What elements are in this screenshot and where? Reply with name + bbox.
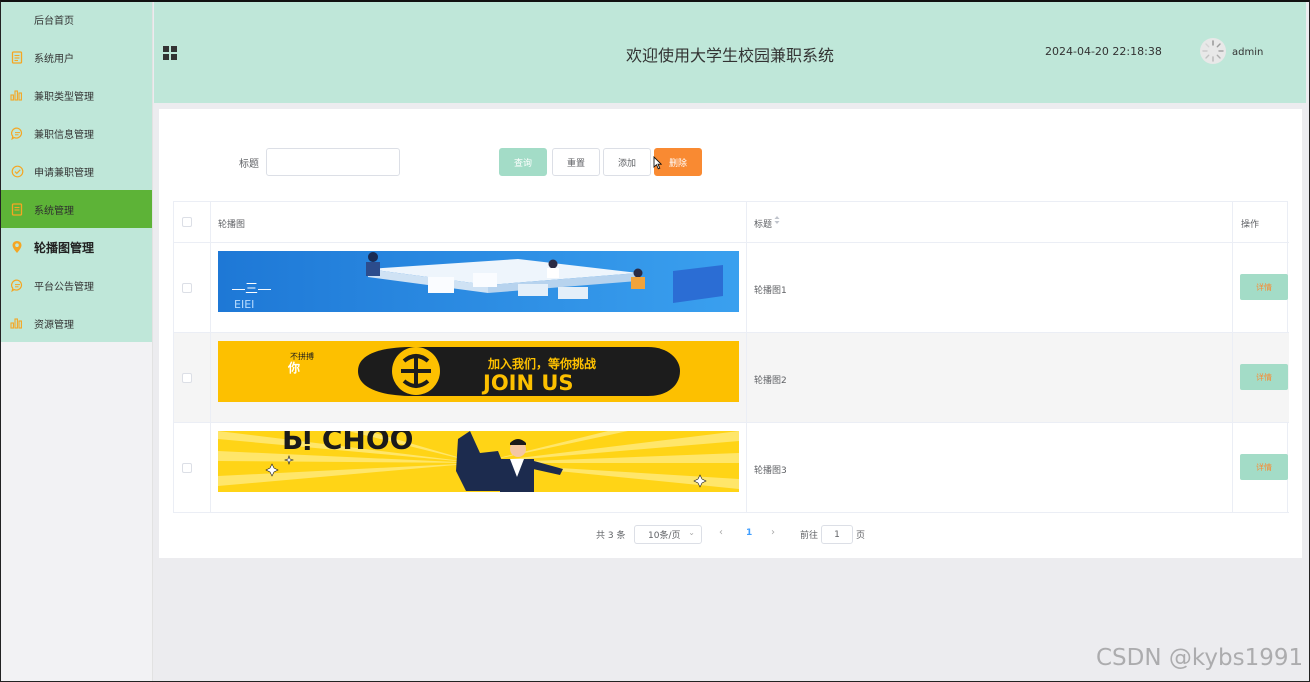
- chevron-down-icon: ⌄: [688, 528, 695, 537]
- avatar[interactable]: [1200, 38, 1226, 64]
- detail-button[interactable]: 详情: [1240, 274, 1288, 300]
- select-all-checkbox[interactable]: [182, 217, 192, 227]
- document-icon: [10, 202, 24, 216]
- sidebar-item-label: 后台首页: [34, 15, 74, 27]
- table-row: ―三― EIEI 轮播图1 详情: [174, 243, 1289, 333]
- datetime-display: 2024-04-20 22:18:38: [1045, 45, 1162, 58]
- check-circle-icon: [10, 164, 24, 178]
- svg-text:加入我们，等你挑战: 加入我们，等你挑战: [487, 356, 596, 371]
- table-header-row: 轮播图 标题 操作: [174, 202, 1289, 243]
- carousel-image-2: 不拼搏 你 加入我们，等你挑战 JOIN US: [218, 341, 739, 402]
- content-card: 标题 查询 重置 添加 删除 轮播图 标题 操作 ―三― EIEI 轮播图1 详…: [159, 109, 1302, 558]
- sort-caret-icon[interactable]: [774, 215, 780, 228]
- chat-bubble-icon: [10, 278, 24, 292]
- query-button[interactable]: 查询: [499, 148, 547, 176]
- row-title: 轮播图2: [754, 376, 787, 386]
- prev-page-icon[interactable]: ‹: [719, 527, 723, 538]
- username[interactable]: admin: [1232, 47, 1263, 58]
- sidebar-item-label: 资源管理: [34, 319, 74, 331]
- sidebar-item-label: 轮播图管理: [34, 240, 95, 255]
- carousel-image-1: ―三― EIEI: [218, 251, 739, 312]
- page-suffix-label: 页: [856, 531, 866, 541]
- pagination-total: 共 3 条: [596, 531, 626, 541]
- sidebar-item-job-types[interactable]: 兼职类型管理: [0, 76, 152, 114]
- table-row: Pi CHOO 轮播图3 详情: [174, 423, 1289, 513]
- sidebar-item-home[interactable]: 后台首页: [0, 0, 152, 38]
- sidebar-item-label: 兼职信息管理: [34, 129, 94, 141]
- reset-button[interactable]: 重置: [552, 148, 600, 176]
- pagination: 共 3 条 10条/页 ⌄ ‹ 1 › 前往 1 页: [159, 525, 1302, 545]
- search-title-label: 标题: [239, 159, 259, 170]
- row-title: 轮播图3: [754, 466, 787, 476]
- column-header-actions: 操作: [1241, 220, 1260, 230]
- sidebar-item-label: 兼职类型管理: [34, 91, 94, 103]
- add-button[interactable]: 添加: [603, 148, 651, 176]
- sidebar-item-label: 系统用户: [34, 53, 74, 65]
- row-checkbox[interactable]: [182, 283, 192, 293]
- bar-chart-icon: [10, 316, 24, 330]
- sidebar-item-label: 申请兼职管理: [34, 167, 94, 179]
- top-header: 欢迎使用大学生校园兼职系统 2024-04-20 22:18:38 admin: [154, 0, 1306, 103]
- column-header-title[interactable]: 标题: [754, 217, 772, 230]
- chat-bubble-icon: [10, 126, 24, 140]
- next-page-icon[interactable]: ›: [771, 527, 775, 538]
- svg-text:JOIN US: JOIN US: [481, 371, 574, 395]
- bar-chart-icon: [10, 88, 24, 102]
- page-size-select[interactable]: 10条/页 ⌄: [634, 525, 702, 544]
- column-divider: [1232, 202, 1233, 513]
- sidebar-item-job-info[interactable]: 兼职信息管理: [0, 114, 152, 152]
- carousel-table: 轮播图 标题 操作 ―三― EIEI 轮播图1 详情 不拼搏 你 加入我们，等你…: [173, 201, 1289, 513]
- sidebar-item-announcements[interactable]: 平台公告管理: [0, 266, 152, 304]
- sidebar-item-job-applications[interactable]: 申请兼职管理: [0, 152, 152, 190]
- row-checkbox[interactable]: [182, 463, 192, 473]
- sidebar-item-carousel-management[interactable]: 轮播图管理: [0, 228, 152, 266]
- search-title-input[interactable]: [266, 148, 400, 176]
- sidebar-menu: 后台首页 系统用户 兼职类型管理 兼职信息管理 申请兼职管理 系统管理 轮播图管…: [0, 0, 152, 342]
- svg-text:你: 你: [287, 360, 300, 375]
- column-divider: [210, 202, 211, 513]
- column-header-image: 轮播图: [218, 220, 246, 230]
- sidebar-item-system-management[interactable]: 系统管理: [0, 190, 152, 228]
- sidebar-item-label: 平台公告管理: [34, 281, 94, 293]
- sidebar-item-label: 系统管理: [34, 205, 74, 217]
- goto-page-input[interactable]: 1: [821, 525, 853, 544]
- column-divider: [746, 202, 747, 513]
- goto-label: 前往: [800, 531, 819, 541]
- svg-text:不拼搏: 不拼搏: [290, 351, 314, 361]
- sidebar-item-resources[interactable]: 资源管理: [0, 304, 152, 342]
- watermark: CSDN @kybs1991: [1096, 645, 1304, 671]
- detail-button[interactable]: 详情: [1240, 364, 1288, 390]
- page-number-current[interactable]: 1: [746, 528, 752, 538]
- page-size-value: 10条/页: [648, 531, 681, 541]
- mouse-cursor-icon: [653, 155, 663, 174]
- sidebar-item-system-users[interactable]: 系统用户: [0, 38, 152, 76]
- detail-button[interactable]: 详情: [1240, 454, 1288, 480]
- svg-text:EIEI: EIEI: [234, 298, 254, 311]
- row-title: 轮播图1: [754, 286, 787, 296]
- row-checkbox[interactable]: [182, 373, 192, 383]
- table-row: 不拼搏 你 加入我们，等你挑战 JOIN US 轮播图2 详情: [174, 333, 1289, 423]
- location-pin-icon: [10, 240, 24, 254]
- svg-text:―三―: ―三―: [232, 282, 271, 297]
- carousel-image-3: Pi CHOO: [218, 431, 739, 492]
- svg-text:Pi CHOO: Pi CHOO: [282, 431, 413, 455]
- document-icon: [10, 50, 24, 64]
- sidebar: 后台首页 系统用户 兼职类型管理 兼职信息管理 申请兼职管理 系统管理 轮播图管…: [0, 0, 153, 682]
